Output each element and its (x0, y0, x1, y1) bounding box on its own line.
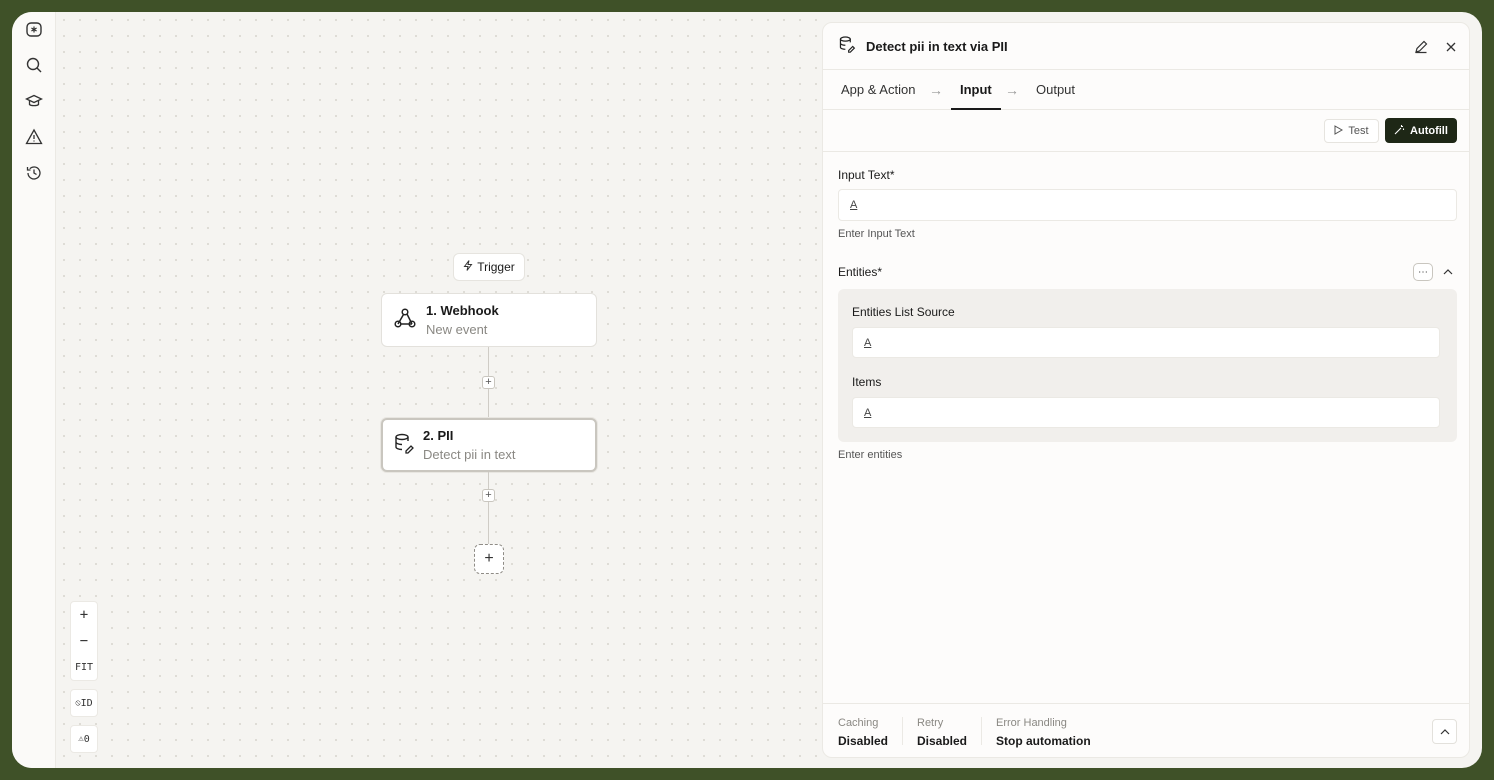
webhook-icon (392, 305, 418, 336)
tab-output[interactable]: Output (1036, 70, 1075, 110)
lightning-icon (463, 260, 473, 274)
add-step-button[interactable]: + (482, 376, 495, 389)
chevron-up-icon (1440, 728, 1449, 734)
entities-hint: Enter entities (838, 449, 903, 461)
warnings-button[interactable]: ⚠ 0 (70, 725, 98, 753)
retry-setting[interactable]: Retry Disabled (917, 717, 967, 748)
edit-icon[interactable] (1411, 37, 1431, 57)
warning-count: 0 (83, 733, 90, 745)
error-handling-setting[interactable]: Error Handling Stop automation (996, 717, 1091, 748)
error-handling-value: Stop automation (996, 734, 1091, 748)
graduation-cap-icon[interactable] (24, 91, 44, 111)
node-subtitle: New event (426, 322, 488, 337)
caching-setting[interactable]: Caching Disabled (838, 717, 888, 748)
id-toggle-label: ID (80, 697, 93, 709)
autofill-label: Autofill (1410, 124, 1448, 137)
magic-wand-icon (1394, 124, 1405, 138)
trigger-label: Trigger (477, 260, 515, 274)
panel-title: Detect pii in text via PII (866, 38, 1008, 54)
caching-value: Disabled (838, 734, 889, 748)
database-icon (393, 432, 415, 459)
connector-line (488, 472, 489, 490)
add-final-step-button[interactable]: + (474, 544, 504, 574)
panel-footer: Caching Disabled Retry Disabled Error Ha… (823, 703, 1469, 757)
node-subtitle: Detect pii in text (423, 447, 516, 462)
play-icon (1334, 124, 1344, 138)
entities-list-source-field[interactable]: A (852, 327, 1440, 358)
input-text-hint: Enter Input Text (838, 228, 915, 240)
tab-input[interactable]: Input (951, 70, 1001, 110)
divider (902, 717, 903, 745)
panel-header: Detect pii in text via PII (823, 23, 1469, 70)
entities-group: Entities List Source A Items A (838, 289, 1457, 442)
logo-icon[interactable] (24, 20, 44, 40)
connector-line (488, 347, 489, 377)
workflow-node-pii[interactable]: 2. PII Detect pii in text (381, 418, 597, 472)
expand-footer-button[interactable] (1432, 719, 1457, 744)
items-label: Items (852, 375, 882, 389)
test-button[interactable]: Test (1324, 119, 1379, 143)
zoom-out-button[interactable]: − (71, 628, 97, 654)
step-config-panel: Detect pii in text via PII App & Action … (822, 22, 1470, 758)
app-frame: Trigger 1. Webhook New event + 2. PII De… (12, 12, 1482, 768)
workflow-canvas[interactable]: Trigger 1. Webhook New event + 2. PII De… (56, 12, 822, 768)
id-toggle-button[interactable]: ⦸ ID (70, 689, 98, 717)
autofill-button[interactable]: Autofill (1385, 118, 1457, 143)
panel-tabs: App & Action → Input → Output (823, 70, 1469, 110)
fit-button[interactable]: FIT (71, 654, 97, 680)
history-icon[interactable] (24, 163, 44, 183)
chevron-up-icon[interactable] (1440, 263, 1456, 281)
node-title: 1. Webhook (426, 303, 499, 318)
entities-list-source-label: Entities List Source (852, 305, 955, 319)
connector-line (488, 389, 489, 418)
input-text-field[interactable]: A (838, 189, 1457, 221)
node-title: 2. PII (423, 428, 454, 443)
test-label: Test (1348, 125, 1369, 137)
database-icon (838, 35, 856, 58)
retry-label: Retry (917, 717, 944, 729)
error-handling-label: Error Handling (996, 717, 1067, 729)
trigger-chip[interactable]: Trigger (453, 253, 525, 281)
add-step-button[interactable]: + (482, 489, 495, 502)
more-options-icon[interactable]: ⋯ (1413, 263, 1433, 281)
divider (981, 717, 982, 745)
input-text-label: Input Text* (838, 168, 895, 182)
connector-line (488, 502, 489, 544)
close-icon[interactable] (1441, 37, 1461, 57)
workflow-node-webhook[interactable]: 1. Webhook New event (381, 293, 597, 347)
text-type-icon: A (864, 406, 872, 419)
text-type-icon: A (850, 199, 858, 211)
left-sidebar (12, 12, 56, 768)
zoom-in-button[interactable]: + (71, 602, 97, 628)
entities-label: Entities* (838, 265, 883, 279)
tab-app-action[interactable]: App & Action (841, 70, 915, 110)
retry-value: Disabled (917, 734, 968, 748)
warning-icon[interactable] (24, 127, 44, 147)
items-field[interactable]: A (852, 397, 1440, 428)
panel-toolbar: Test Autofill (823, 110, 1469, 152)
arrow-right-icon: → (1005, 82, 1019, 98)
arrow-right-icon: → (929, 82, 943, 98)
zoom-controls: + − FIT (70, 601, 98, 681)
search-icon[interactable] (24, 55, 44, 75)
text-type-icon: A (864, 336, 872, 349)
caching-label: Caching (838, 717, 879, 729)
